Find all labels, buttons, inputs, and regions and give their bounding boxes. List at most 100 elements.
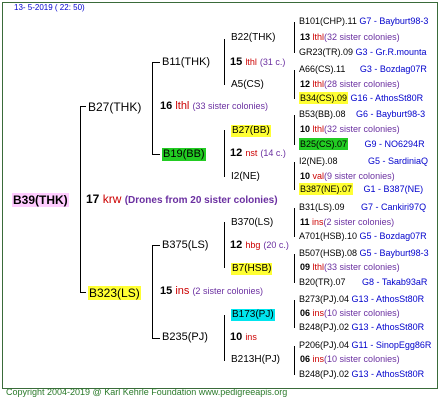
gen3-note: (28 sister colonies) bbox=[324, 79, 400, 89]
gen2-info: 12 nst (14 c.) bbox=[230, 148, 286, 159]
connector-line bbox=[224, 130, 225, 177]
gen3-num: 11 bbox=[300, 217, 310, 227]
gen3-queen: B173(PJ) bbox=[231, 309, 275, 321]
gen4-queen: B248(PJ).02 bbox=[299, 322, 350, 332]
gen3-info: 11 ins(2 sister colonies) bbox=[300, 218, 394, 227]
gen1-num: 16 bbox=[160, 100, 173, 112]
gen4-source: G1 - B387(NE) bbox=[363, 184, 424, 194]
gen4-entry: B20(TR).07 G8 - Takab93aR bbox=[299, 278, 427, 287]
gen1-queen: B323(LS) bbox=[88, 286, 141, 300]
gen2-queen: B11(THK) bbox=[162, 56, 211, 68]
gen4-queen: GR23(TR).09 bbox=[299, 47, 354, 57]
gen3-num: 06 bbox=[300, 308, 311, 318]
gen1-note: (33 sister colonies) bbox=[192, 101, 268, 111]
connector-line bbox=[152, 245, 153, 338]
connector-line bbox=[294, 22, 295, 53]
connector-line bbox=[80, 292, 86, 293]
gen4-entry: B101(CHP).11 G7 - Bayburt98-3 bbox=[299, 17, 428, 26]
gen4-entry: P206(PJ).04 G11 - SinopEgg86R bbox=[299, 341, 431, 350]
gen4-queen: B53(BB).08 bbox=[299, 109, 346, 119]
gen2-queen: B19(BB) bbox=[162, 148, 206, 161]
connector-line bbox=[224, 39, 225, 85]
gen3-queen: B370(LS) bbox=[231, 217, 274, 228]
gen3-queen: B27(BB) bbox=[231, 125, 271, 137]
gen2-queen: B375(LS) bbox=[162, 239, 209, 251]
gen4-source: G5 - Bozdag07R bbox=[359, 231, 427, 241]
gen4-source: G11 - SinopEgg86R bbox=[351, 340, 432, 350]
gen2-info: 10 ins bbox=[230, 332, 257, 343]
gen3-abbr: lthl bbox=[312, 124, 325, 134]
gen3-abbr: lthl bbox=[312, 79, 325, 89]
gen4-entry: I2(NE).08 G5 - SardiniaQ bbox=[299, 157, 428, 166]
gen4-source: G9 - NO6294R bbox=[364, 139, 425, 149]
report-date: 13- 5-2019 ( 22: 50) bbox=[14, 3, 85, 12]
connector-line bbox=[294, 70, 295, 99]
gen1-info: 15 ins (2 sister colonies) bbox=[160, 286, 263, 297]
gen2-queen: B235(PJ) bbox=[162, 331, 208, 343]
gen4-queen: I2(NE).08 bbox=[299, 156, 338, 166]
gen3-queen: I2(NE) bbox=[231, 171, 260, 182]
connector-line bbox=[152, 245, 160, 246]
gen4-entry: B53(BB).08 G6 - Bayburt98-3 bbox=[299, 110, 425, 119]
root-queen: B39(THK) bbox=[12, 193, 69, 207]
gen3-abbr: val bbox=[312, 171, 325, 181]
gen1-queen: B27(THK) bbox=[88, 100, 142, 114]
gen2-info: 12 hbg (20 c.) bbox=[230, 240, 289, 251]
gen4-source: G13 - AthosSt80R bbox=[351, 294, 425, 304]
gen3-num: 10 bbox=[300, 171, 311, 181]
gen3-note: (32 sister colonies) bbox=[324, 124, 400, 134]
gen4-entry: A66(CS).11 G3 - Bozdag07R bbox=[299, 65, 427, 74]
gen4-entry: B507(HSB).08 G5 - Bayburt98-3 bbox=[299, 249, 429, 258]
gen4-entry: GR23(TR).09 G3 - Gr.R.mounta bbox=[299, 48, 427, 57]
gen3-info: 12 lthl(28 sister colonies) bbox=[300, 80, 400, 89]
gen4-queen: B273(PJ).04 bbox=[299, 294, 350, 304]
gen3-abbr: lthl bbox=[312, 262, 325, 272]
gen4-queen: P206(PJ).04 bbox=[299, 340, 350, 350]
gen3-note: (2 sister colonies) bbox=[323, 217, 395, 227]
gen4-source: G6 - Bayburt98-3 bbox=[356, 109, 426, 119]
gen4-queen: B20(TR).07 bbox=[299, 277, 346, 287]
gen4-entry: B248(PJ).02 G13 - AthosSt80R bbox=[299, 370, 424, 379]
root-info: 17 krw (Drones from 20 sister colonies) bbox=[86, 193, 278, 206]
connector-line bbox=[294, 346, 295, 375]
connector-line bbox=[224, 315, 225, 361]
connector-line bbox=[80, 106, 86, 107]
root-abbr: krw bbox=[102, 192, 122, 206]
gen3-num: 06 bbox=[300, 354, 311, 364]
gen3-abbr: lthl bbox=[312, 32, 325, 42]
gen3-note: (10 sister colonies) bbox=[324, 308, 400, 318]
gen2-abbr: hbg bbox=[245, 240, 261, 250]
gen2-info: 15 lthl (31 c.) bbox=[230, 57, 285, 68]
gen2-note: (31 c.) bbox=[259, 57, 286, 67]
gen3-num: 10 bbox=[300, 124, 311, 134]
gen4-queen: A66(CS).11 bbox=[299, 64, 346, 74]
gen4-entry: B34(CS).09 G16 - AthosSt80R bbox=[299, 92, 423, 104]
gen4-entry: A701(HSB).10 G5 - Bozdag07R bbox=[299, 232, 427, 241]
connector-line bbox=[294, 115, 295, 145]
footer-copyright: Copyright 2004-2019 @ Karl Kehrle Founda… bbox=[6, 387, 288, 397]
gen1-num: 15 bbox=[160, 285, 173, 297]
gen1-info: 16 lthl (33 sister colonies) bbox=[160, 101, 268, 112]
gen3-note: (32 sister colonies) bbox=[324, 32, 400, 42]
gen3-num: 12 bbox=[300, 79, 311, 89]
gen4-entry: B387(NE).07 G1 - B387(NE) bbox=[299, 183, 424, 195]
gen3-abbr: ins bbox=[312, 308, 325, 318]
gen4-source: G13 - AthosSt80R bbox=[351, 369, 425, 379]
gen3-info: 10 lthl(32 sister colonies) bbox=[300, 125, 400, 134]
gen3-info: 09 lthl(33 sister colonies) bbox=[300, 263, 400, 272]
connector-line bbox=[294, 208, 295, 237]
gen4-queen: B34(CS).09 bbox=[299, 92, 349, 104]
root-num: 17 bbox=[86, 192, 100, 206]
gen3-abbr: ins bbox=[312, 217, 324, 227]
gen3-queen: B213H(PJ) bbox=[231, 354, 280, 365]
gen4-source: G3 - Gr.R.mounta bbox=[355, 47, 427, 57]
gen3-num: 09 bbox=[300, 262, 311, 272]
gen1-abbr: lthl bbox=[175, 100, 190, 112]
connector-line bbox=[152, 154, 160, 155]
connector-line bbox=[294, 254, 295, 283]
gen4-source: G7 - Cankiri97Q bbox=[361, 202, 427, 212]
gen4-entry: B248(PJ).02 G13 - AthosSt80R bbox=[299, 323, 424, 332]
gen3-info: 06 ins(10 sister colonies) bbox=[300, 309, 400, 318]
gen1-note: (2 sister colonies) bbox=[192, 286, 263, 296]
gen2-note: (14 c.) bbox=[260, 148, 286, 158]
